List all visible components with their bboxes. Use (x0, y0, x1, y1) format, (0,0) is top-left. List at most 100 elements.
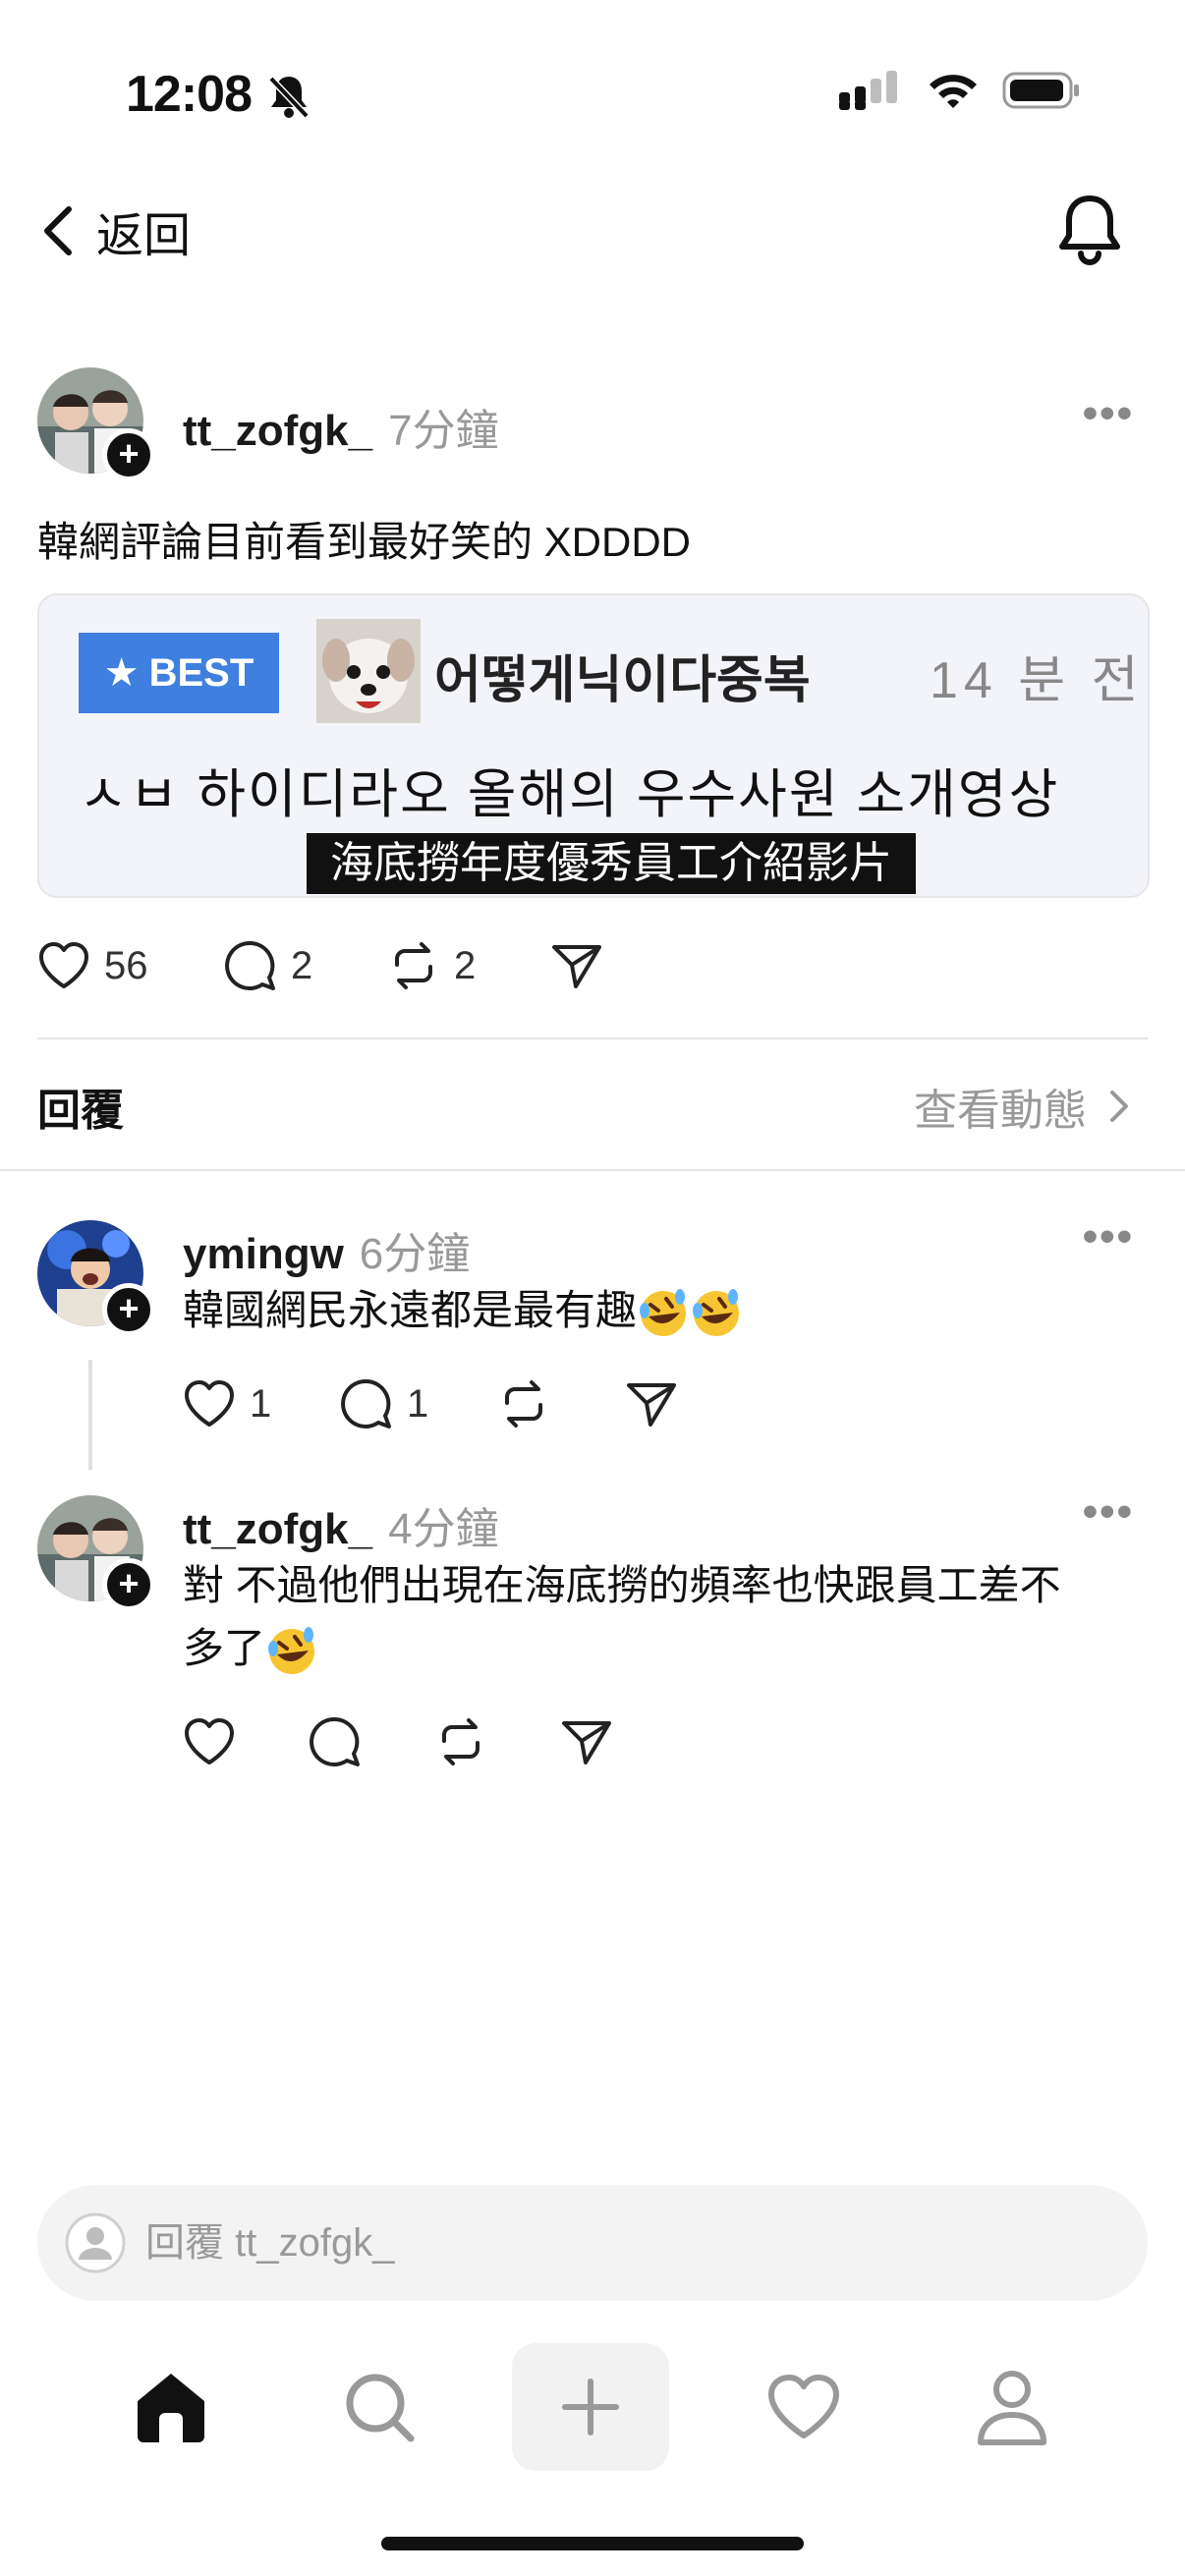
more-options-icon[interactable]: ••• (1083, 389, 1134, 438)
star-icon: ★ (103, 651, 140, 695)
search-icon (346, 2374, 415, 2442)
repost-icon (395, 942, 432, 989)
reply-input[interactable] (143, 2219, 1032, 2267)
tab-create[interactable] (512, 2338, 669, 2476)
reply-text-line: 對 不過他們出現在海底撈的頻率也快跟員工差不 (183, 1562, 1061, 1608)
tab-search[interactable] (301, 2338, 458, 2476)
best-label: BEST (148, 650, 254, 695)
share-button[interactable] (560, 1715, 613, 1768)
reply-time: 6分鐘 (359, 1230, 471, 1278)
comment-count: 2 (291, 943, 313, 987)
card-username: 어떻게닉이다중복 (434, 652, 811, 709)
bell-slash-icon (267, 73, 310, 125)
chevron-right-icon (1110, 1091, 1128, 1122)
comment-icon (310, 1716, 360, 1766)
reply-actions (183, 1715, 613, 1768)
status-time-text: 12:08 (126, 66, 253, 123)
reply-actions: 1 1 (183, 1377, 678, 1430)
more-options-icon[interactable]: ••• (1083, 1487, 1134, 1537)
reply-time: 4分鐘 (388, 1505, 499, 1553)
repost-count: 2 (454, 943, 477, 987)
follow-plus-button[interactable]: + (102, 428, 155, 481)
like-count: 1 (250, 1381, 272, 1426)
reply-text: 韓國網民永遠都是最有趣 (183, 1279, 743, 1342)
reply-header: tt_zofgk_ 4分鐘 (183, 1493, 499, 1556)
section-divider (0, 1169, 1185, 1171)
send-icon (552, 945, 601, 988)
post-username[interactable]: tt_zofgk_ (183, 407, 372, 455)
follow-plus-button[interactable]: + (102, 1283, 155, 1336)
home-indicator (381, 2537, 804, 2550)
card-subtitle: 海底撈年度優秀員工介紹影片 (307, 833, 916, 894)
thread-line (88, 1360, 92, 1470)
comment-count: 1 (407, 1381, 429, 1426)
post-text: 韓網評論目前看到最好笑的 XDDDD (37, 519, 692, 565)
card-time: 14 분 전 (930, 652, 1145, 709)
replies-heading: 回覆 (37, 1087, 124, 1135)
reply-username[interactable]: tt_zofgk_ (183, 1505, 372, 1553)
repost-button[interactable] (434, 1715, 560, 1768)
heart-icon (768, 2375, 839, 2438)
more-options-icon[interactable]: ••• (1083, 1212, 1134, 1261)
post-header: tt_zofgk_ 7分鐘 (183, 395, 499, 458)
notification-button[interactable] (1055, 193, 1124, 272)
comment-button[interactable]: 1 (340, 1377, 497, 1430)
like-button[interactable] (183, 1717, 309, 1766)
card-title: ㅅㅂ 하이디라오 올해의 우수사원 소개영상 (79, 765, 1060, 824)
user-avatar-icon (65, 2212, 126, 2273)
view-activity-label: 查看動態 (914, 1087, 1087, 1135)
chevron-left-icon (44, 206, 72, 255)
reply-text: 對 不過他們出現在海底撈的頻率也快跟員工差不 多了 (183, 1554, 1146, 1680)
reply-compose-bar[interactable] (37, 2185, 1148, 2301)
repost-button[interactable] (497, 1377, 625, 1430)
home-icon (138, 2374, 204, 2442)
share-button[interactable] (625, 1377, 678, 1430)
send-icon (627, 1383, 676, 1427)
wifi-icon (930, 75, 977, 108)
reply-text-line-2: 多了 (183, 1617, 1146, 1680)
post-image[interactable]: ★ BEST 어떻게닉이다중복 14 분 전 ㅅㅂ 하이디라오 올해의 우수사원… (37, 593, 1150, 898)
plus-icon (562, 2379, 619, 2436)
tab-home[interactable] (92, 2338, 250, 2476)
rofl-emoji-icon (268, 1626, 315, 1674)
post-time: 7分鐘 (388, 407, 499, 455)
tab-activity[interactable] (725, 2338, 882, 2476)
comment-icon (225, 940, 275, 990)
send-icon (562, 1721, 611, 1764)
like-count: 56 (104, 943, 148, 987)
repost-icon (505, 1380, 542, 1428)
status-time: 12:08 (126, 65, 253, 124)
profile-icon (978, 2371, 1046, 2445)
status-icons (839, 71, 1081, 110)
heart-icon (185, 1380, 234, 1427)
rofl-emoji-icon (640, 1288, 687, 1336)
repost-button[interactable]: 2 (387, 939, 550, 992)
heart-icon (185, 1718, 234, 1764)
divider (37, 1037, 1148, 1039)
comment-button[interactable] (309, 1715, 434, 1768)
best-badge: ★ BEST (79, 633, 279, 713)
post-actions: 56 2 2 (37, 939, 603, 992)
comment-button[interactable]: 2 (224, 939, 387, 992)
bottom-tab-bar (0, 2338, 1185, 2476)
repost-icon (442, 1718, 480, 1765)
comment-icon (341, 1378, 391, 1428)
share-button[interactable] (550, 939, 603, 992)
view-activity-link[interactable]: 查看動態 (914, 1075, 1130, 1138)
rofl-emoji-icon (693, 1288, 740, 1336)
reply-text-line: 多了 (183, 1625, 266, 1671)
reply-text-content: 韓國網民永遠都是最有趣 (183, 1287, 638, 1333)
tab-profile[interactable] (933, 2338, 1091, 2476)
like-button[interactable]: 56 (37, 941, 224, 990)
follow-plus-button[interactable]: + (102, 1558, 155, 1611)
dog-avatar-icon (316, 619, 421, 723)
bell-icon (1059, 196, 1120, 265)
battery-icon (1002, 72, 1079, 109)
reply-username[interactable]: ymingw (183, 1230, 344, 1278)
like-button[interactable]: 1 (183, 1379, 340, 1428)
reply-header: ymingw 6分鐘 (183, 1218, 470, 1281)
create-button-bg (512, 2343, 669, 2471)
back-button[interactable]: 返回 (39, 196, 191, 265)
back-label: 返回 (96, 210, 192, 262)
heart-icon (39, 942, 88, 988)
